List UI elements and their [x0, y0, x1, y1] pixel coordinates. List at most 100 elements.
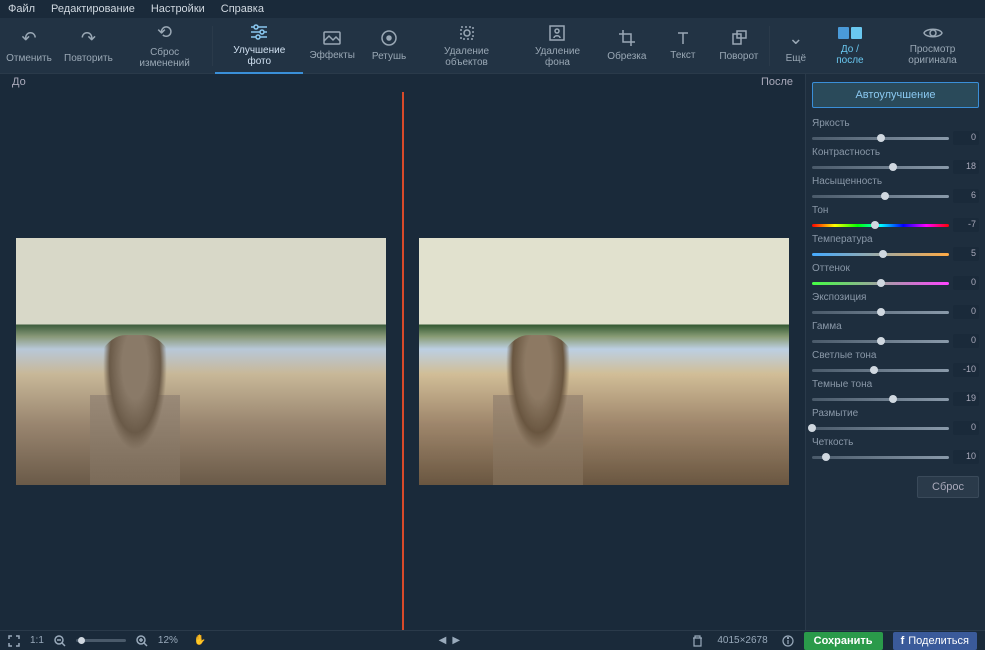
slider-светлые тона: Светлые тона -10	[812, 350, 979, 377]
slider-label: Светлые тона	[812, 350, 979, 361]
fullscreen-icon[interactable]	[8, 635, 20, 647]
view-original-button[interactable]: Просмотр оригинала	[880, 18, 985, 74]
before-image-wrap[interactable]	[0, 92, 402, 630]
effects-button[interactable]: Эффекты	[303, 18, 361, 74]
slider-гамма: Гамма 0	[812, 321, 979, 348]
enhance-label: Улучшение фото	[223, 45, 295, 67]
retouch-label: Ретушь	[372, 51, 406, 62]
slider-value[interactable]: 18	[953, 160, 979, 174]
slider-яркость: Яркость0	[812, 118, 979, 145]
before-label: До	[12, 76, 26, 90]
remove-bg-label: Удаление фона	[524, 46, 591, 68]
remove-objects-button[interactable]: Удаление объектов	[417, 18, 516, 74]
slider-label: Температура	[812, 234, 979, 245]
slider-track[interactable]	[812, 398, 949, 401]
rotate-label: Поворот	[719, 51, 758, 62]
canvas-area: До После	[0, 74, 805, 630]
prev-icon[interactable]: ◀	[439, 635, 447, 646]
slider-value[interactable]: 19	[953, 392, 979, 406]
zoom-slider[interactable]	[76, 639, 126, 642]
reset-button[interactable]: Сброс	[917, 476, 979, 498]
slider-value[interactable]: -7	[953, 218, 979, 232]
redo-icon: ↷	[81, 28, 96, 49]
after-image	[419, 238, 789, 485]
slider-track[interactable]	[812, 369, 949, 372]
more-button[interactable]: ⌄ Ещё	[772, 18, 820, 74]
text-label: Текст	[670, 50, 695, 61]
slider-label: Гамма	[812, 321, 979, 332]
slider-track[interactable]	[812, 282, 949, 285]
slider-четкость: Четкость10	[812, 437, 979, 464]
next-icon[interactable]: ▶	[452, 635, 460, 646]
slider-value[interactable]: 5	[953, 247, 979, 261]
adjustments-sidebar: Автоулучшение Яркость0Контрастность18Нас…	[805, 74, 985, 630]
slider-track[interactable]	[812, 427, 949, 430]
before-after-label: До / после	[828, 44, 872, 66]
save-button[interactable]: Сохранить	[804, 632, 883, 650]
after-image-wrap[interactable]	[404, 92, 806, 630]
auto-enhance-button[interactable]: Автоулучшение	[812, 82, 979, 108]
slider-value[interactable]: 0	[953, 276, 979, 290]
crop-button[interactable]: Обрезка	[599, 18, 655, 74]
effects-icon	[322, 30, 342, 46]
separator	[769, 26, 770, 66]
slider-track[interactable]	[812, 340, 949, 343]
reset-label: Сброс изменений	[127, 47, 203, 69]
redo-button[interactable]: ↷ Повторить	[58, 18, 119, 74]
menu-help[interactable]: Справка	[221, 3, 264, 15]
slider-value[interactable]: 6	[953, 189, 979, 203]
slider-value[interactable]: 10	[953, 450, 979, 464]
menu-settings[interactable]: Настройки	[151, 3, 205, 15]
slider-температура: Температура 5	[812, 234, 979, 261]
crop-label: Обрезка	[607, 51, 646, 62]
zoom-out-icon[interactable]	[54, 635, 66, 647]
slider-track[interactable]	[812, 311, 949, 314]
rotate-button[interactable]: Поворот	[711, 18, 767, 74]
slider-value[interactable]: 0	[953, 334, 979, 348]
undo-icon: ↶	[21, 28, 36, 49]
menu-edit[interactable]: Редактирование	[51, 3, 135, 15]
slider-label: Темные тона	[812, 379, 979, 390]
chevron-down-icon: ⌄	[788, 28, 803, 49]
dimensions-label: 4015×2678	[717, 635, 767, 646]
text-button[interactable]: Текст	[655, 18, 711, 74]
eye-icon	[923, 26, 943, 40]
slider-оттенок: Оттенок0	[812, 263, 979, 290]
info-icon[interactable]	[782, 635, 794, 647]
trash-icon[interactable]	[692, 635, 703, 647]
compare-icon	[837, 26, 863, 40]
menu-file[interactable]: Файл	[8, 3, 35, 15]
facebook-icon: f	[901, 635, 905, 647]
after-label: После	[761, 76, 793, 90]
fit-button[interactable]: 1:1	[30, 635, 44, 646]
slider-value[interactable]: 0	[953, 305, 979, 319]
separator	[212, 26, 213, 66]
retouch-button[interactable]: Ретушь	[361, 18, 417, 74]
slider-track[interactable]	[812, 253, 949, 256]
before-after-button[interactable]: До / после	[820, 18, 880, 74]
slider-value[interactable]: 0	[953, 421, 979, 435]
slider-value[interactable]: -10	[953, 363, 979, 377]
toolbar: ↶ Отменить ↷ Повторить ⟲ Сброс изменений…	[0, 18, 985, 74]
slider-тон: Тон-7	[812, 205, 979, 232]
hand-icon[interactable]: ✋	[194, 635, 206, 646]
effects-label: Эффекты	[309, 50, 354, 61]
slider-track[interactable]	[812, 224, 949, 227]
slider-экспозиция: Экспозиция 0	[812, 292, 979, 319]
undo-button[interactable]: ↶ Отменить	[0, 18, 58, 74]
remove-bg-button[interactable]: Удаление фона	[516, 18, 599, 74]
retouch-icon	[380, 29, 398, 47]
share-label: Поделиться	[908, 635, 969, 647]
slider-track[interactable]	[812, 166, 949, 169]
zoom-in-icon[interactable]	[136, 635, 148, 647]
slider-track[interactable]	[812, 195, 949, 198]
slider-track[interactable]	[812, 137, 949, 140]
reset-changes-button[interactable]: ⟲ Сброс изменений	[119, 18, 211, 74]
share-button[interactable]: f Поделиться	[893, 632, 977, 650]
slider-label: Экспозиция	[812, 292, 979, 303]
slider-value[interactable]: 0	[953, 131, 979, 145]
enhance-button[interactable]: Улучшение фото	[215, 18, 303, 74]
crop-icon	[618, 29, 636, 47]
redo-label: Повторить	[64, 53, 113, 64]
slider-track[interactable]	[812, 456, 949, 459]
